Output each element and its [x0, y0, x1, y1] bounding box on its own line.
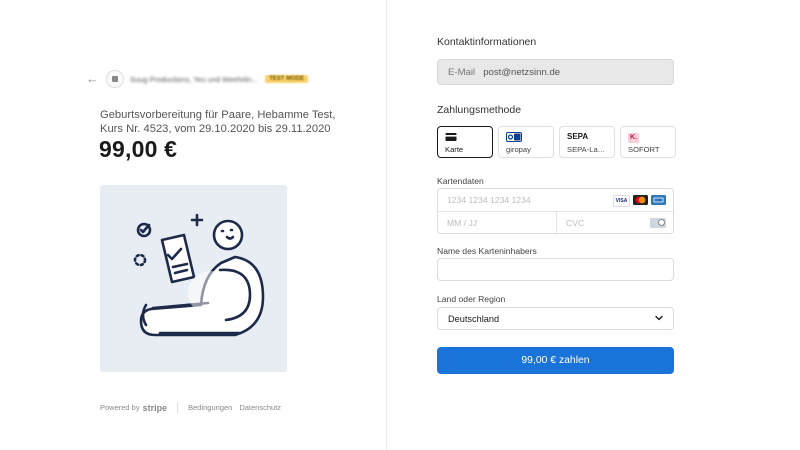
contact-heading: Kontaktinformationen: [437, 36, 537, 48]
checkout-footer: Powered by stripe Bedingungen Datenschut…: [100, 402, 288, 413]
country-value: Deutschland: [448, 313, 500, 324]
back-arrow-icon[interactable]: ←: [86, 72, 100, 86]
merchant-logo: [106, 70, 124, 88]
payment-method-sofort[interactable]: K. SOFORT: [620, 126, 676, 158]
card-number-placeholder: 1234 1234 1234 1234: [447, 195, 531, 205]
cardholder-name-label: Name des Karteninhabers: [437, 246, 537, 256]
terms-link[interactable]: Bedingungen: [188, 403, 232, 412]
stripe-logo[interactable]: stripe: [143, 403, 168, 413]
merchant-name[interactable]: Suug Productions, Yes und Weehrlin…: [130, 75, 259, 84]
payment-method-card[interactable]: Karte: [437, 126, 493, 158]
email-label: E-Mail: [448, 66, 476, 78]
payment-method-giropay[interactable]: giropay: [498, 126, 554, 158]
product-price: 99,00 €: [99, 136, 178, 162]
email-field[interactable]: E-Mail post@netzsinn.de: [437, 59, 674, 85]
card-details-field: 1234 1234 1234 1234 VISA MM / JJ CVC: [437, 188, 674, 234]
email-value: post@netzsinn.de: [483, 66, 561, 78]
card-details-label: Kartendaten: [437, 176, 484, 186]
pay-button[interactable]: 99,00 € zahlen: [437, 347, 674, 374]
chevron-down-icon: [655, 315, 663, 321]
mastercard-icon: [633, 195, 648, 205]
product-description: Geburtsvorbereitung für Paare, Hebamme T…: [100, 109, 336, 135]
card-cvc-input[interactable]: CVC: [557, 212, 673, 234]
giropay-icon: [506, 132, 522, 142]
payment-method-sepa[interactable]: SEPA SEPA-La…: [559, 126, 615, 158]
sofort-icon: K.: [628, 133, 639, 143]
product-illustration: [100, 185, 287, 372]
amex-icon: [651, 195, 666, 205]
powered-by-label: Powered by: [100, 403, 140, 412]
pregnant-couple-illustration: [133, 213, 265, 337]
card-brand-icons: VISA: [613, 195, 666, 207]
payment-method-heading: Zahlungsmethode: [437, 104, 522, 116]
country-label: Land oder Region: [437, 294, 506, 304]
card-number-input[interactable]: 1234 1234 1234 1234 VISA: [438, 189, 673, 212]
payment-method-label: Karte: [445, 145, 464, 154]
card-expiry-placeholder: MM / JJ: [447, 218, 478, 228]
card-expiry-input[interactable]: MM / JJ: [438, 212, 557, 234]
card-icon: [445, 133, 457, 141]
visa-icon: VISA: [613, 195, 630, 207]
country-select[interactable]: Deutschland: [437, 307, 674, 330]
payment-method-tabs: Karte giropay SEPA SEPA-La… K. SOFORT: [437, 126, 676, 158]
cvc-card-icon: [650, 218, 666, 228]
privacy-link[interactable]: Datenschutz: [239, 403, 281, 412]
cardholder-name-input[interactable]: [437, 258, 674, 281]
test-mode-badge: TEST MODE: [265, 75, 309, 83]
card-cvc-placeholder: CVC: [566, 218, 585, 228]
merchant-header: ← Suug Productions, Yes und Weehrlin… TE…: [86, 70, 309, 88]
payment-method-label: giropay: [506, 145, 531, 154]
payment-method-label: SEPA-La…: [567, 145, 606, 154]
payment-method-label: SOFORT: [628, 145, 660, 154]
sepa-icon: SEPA: [567, 132, 589, 141]
footer-divider: [177, 402, 179, 413]
order-summary-panel: ← Suug Productions, Yes und Weehrlin… TE…: [0, 0, 386, 450]
